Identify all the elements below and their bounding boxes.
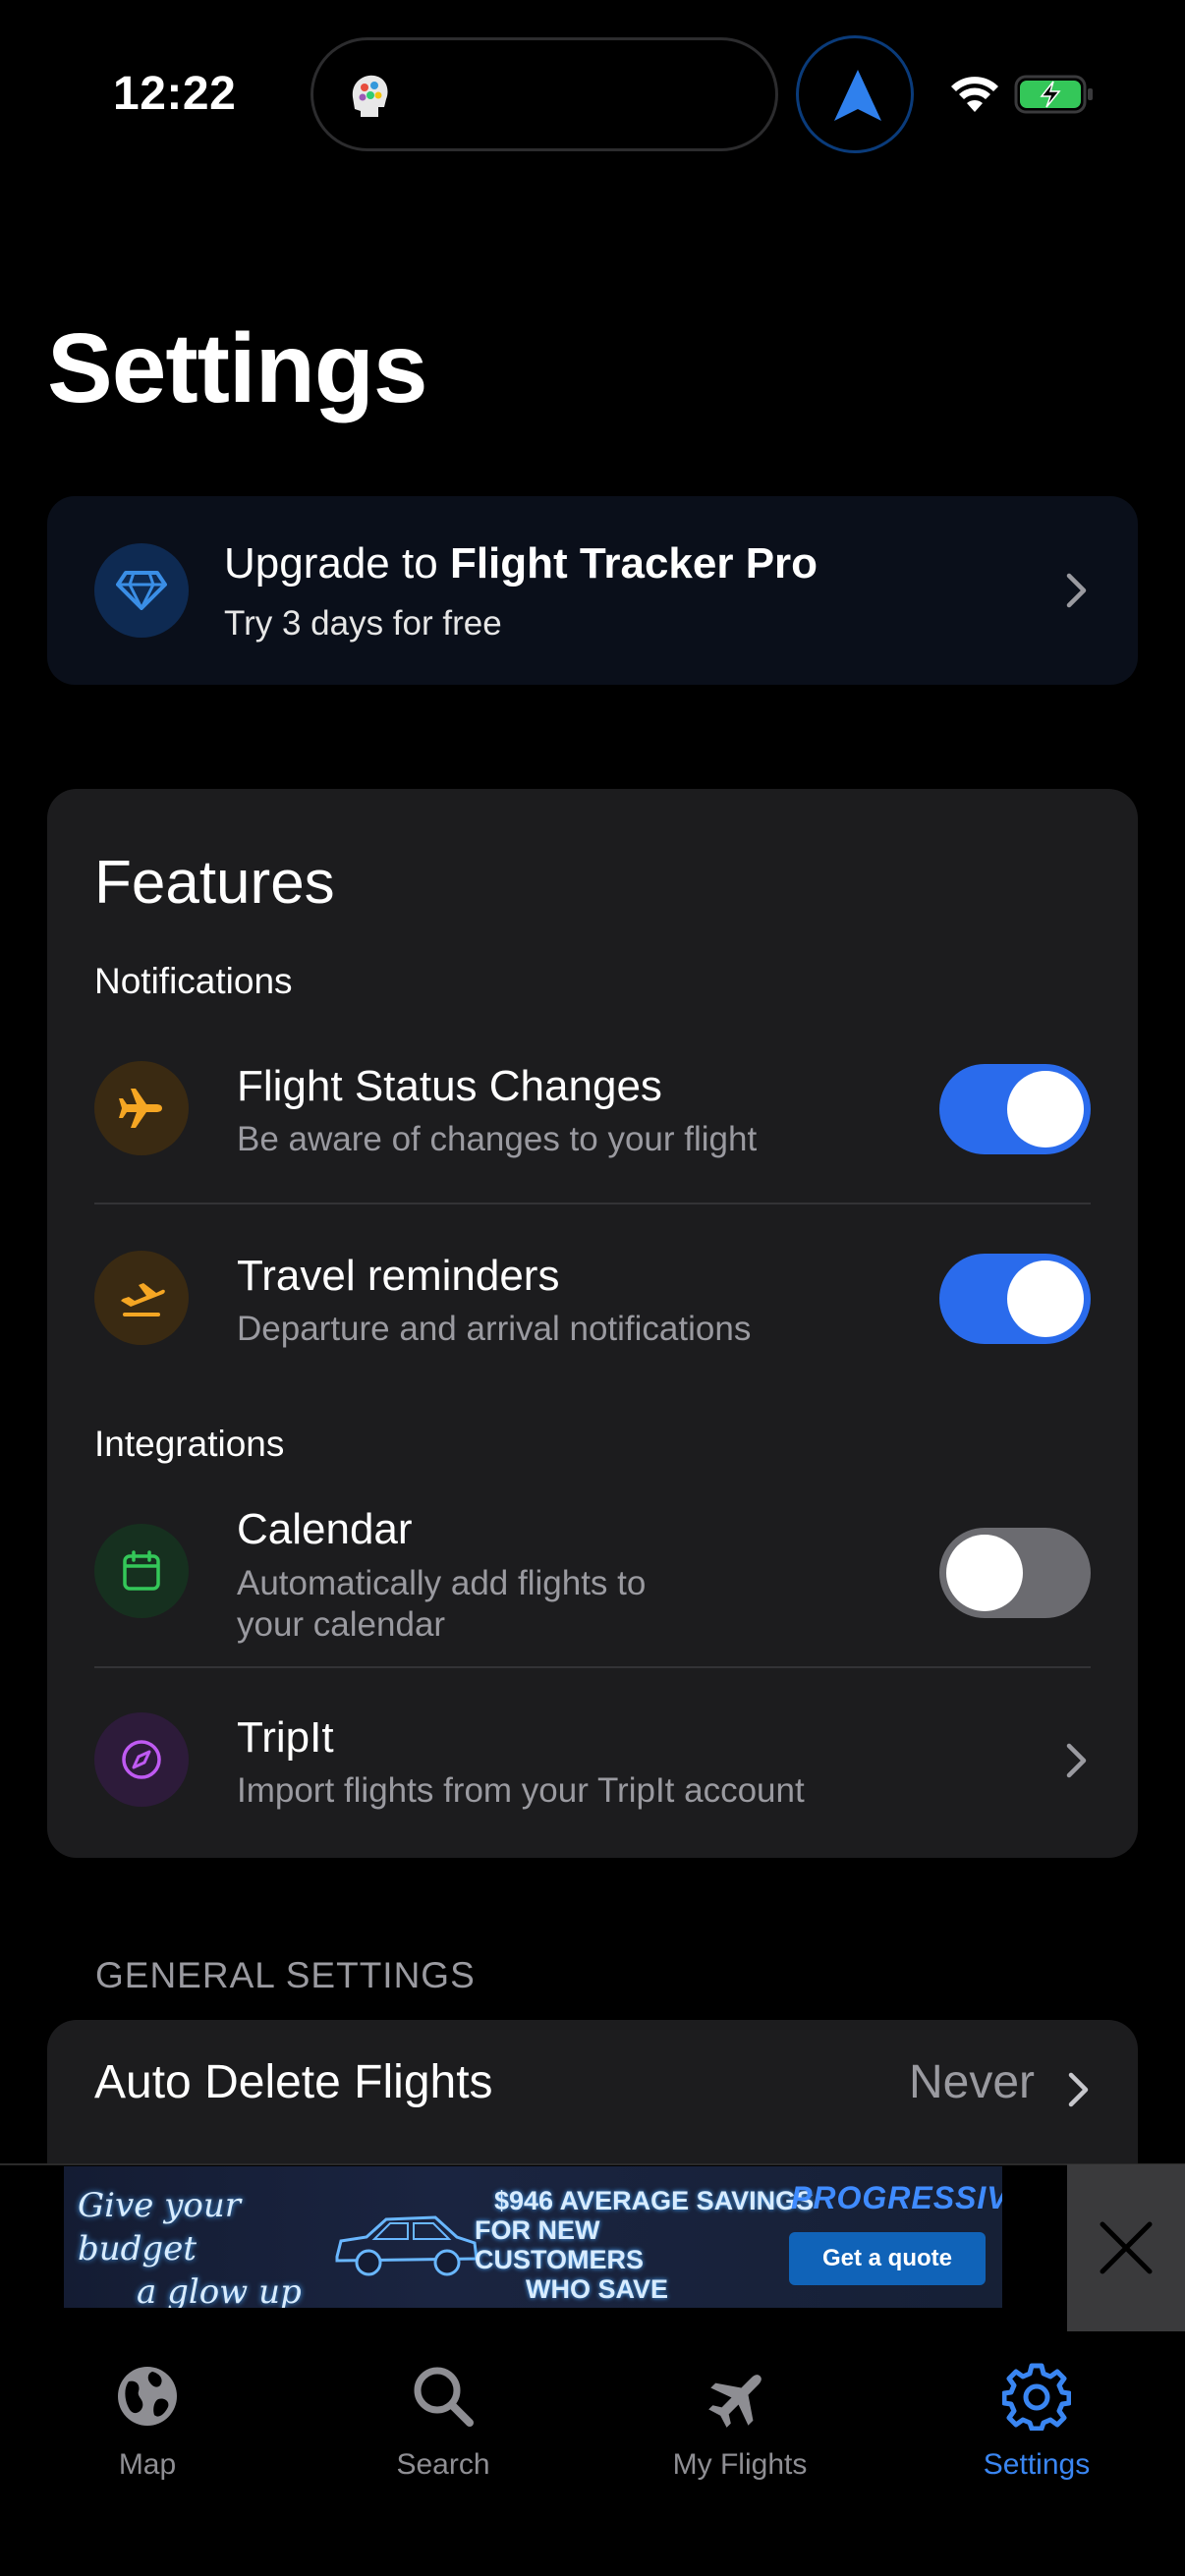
divider (94, 1203, 1091, 1204)
auto-delete-label: Auto Delete Flights (94, 2056, 493, 2108)
auto-delete-value: Never (908, 2056, 1035, 2108)
navigation-arrow-icon (834, 70, 881, 121)
upgrade-subtitle: Try 3 days for free (224, 604, 502, 643)
tab-settings[interactable]: Settings (919, 2352, 1155, 2482)
ad-close-button[interactable] (1067, 2164, 1185, 2331)
auto-delete-row[interactable]: Auto Delete Flights Never (47, 2020, 1138, 2167)
tab-my-flights-label: My Flights (672, 2448, 808, 2481)
airplane-icon (94, 1061, 189, 1155)
calendar-icon (94, 1524, 189, 1618)
close-icon (1100, 2221, 1153, 2274)
calendar-toggle[interactable] (939, 1528, 1091, 1618)
globe-icon (118, 2367, 177, 2426)
features-card: Features Notifications Flight Status Cha… (47, 789, 1138, 1858)
toggle-knob (1007, 1260, 1084, 1337)
departure-icon (94, 1251, 189, 1345)
ad-headline-line1: Give your budget (78, 2186, 241, 2268)
status-time: 12:22 (113, 68, 237, 120)
ad-cta-button[interactable]: Get a quote (789, 2232, 986, 2285)
location-pill[interactable] (796, 35, 914, 153)
tab-settings-label: Settings (983, 2448, 1091, 2481)
compass-icon (94, 1712, 189, 1807)
tab-search-label: Search (396, 2448, 490, 2481)
dynamic-island[interactable] (310, 37, 778, 151)
tripit-title: TripIt (237, 1713, 334, 1762)
upgrade-title: Upgrade to Flight Tracker Pro (224, 539, 818, 588)
airplane-icon (708, 2375, 762, 2428)
wifi-icon (951, 77, 998, 112)
travel-reminders-toggle[interactable] (939, 1254, 1091, 1344)
travel-reminders-subtitle: Departure and arrival notifications (237, 1310, 752, 1348)
flight-status-title: Flight Status Changes (237, 1062, 662, 1110)
chevron-right-icon (1068, 2072, 1089, 2107)
head-icon (352, 75, 388, 117)
tab-map[interactable]: Map (29, 2352, 265, 2482)
chevron-right-icon (1066, 1743, 1087, 1778)
calendar-subtitle-line1: Automatically add flights to (237, 1564, 647, 1602)
ad-headline-line2: a glow up (137, 2272, 302, 2308)
tab-search[interactable]: Search (325, 2352, 561, 2482)
search-icon (414, 2367, 474, 2427)
battery-charging-icon (1014, 75, 1093, 114)
travel-reminders-title: Travel reminders (237, 1252, 560, 1300)
toggle-knob (946, 1535, 1023, 1611)
ad-savings-line3: WHO SAVE (526, 2274, 669, 2304)
notifications-header: Notifications (94, 961, 293, 1001)
general-settings-header: GENERAL SETTINGS (95, 1955, 476, 1995)
integrations-header: Integrations (94, 1424, 285, 1464)
gear-icon (1002, 2363, 1071, 2431)
ad-banner[interactable]: Give your budget a glow up $946 AVERAGE … (64, 2166, 1002, 2308)
diamond-icon (94, 543, 189, 638)
upgrade-pro-banner[interactable]: Upgrade to Flight Tracker Pro Try 3 days… (47, 496, 1138, 685)
upgrade-product: Flight Tracker Pro (449, 539, 818, 588)
ad-savings-line2: FOR NEW CUSTOMERS (475, 2215, 645, 2274)
page-title: Settings (47, 313, 427, 423)
tripit-subtitle: Import flights from your TripIt account (237, 1771, 805, 1810)
ad-headline: Give your budget a glow up (78, 2184, 343, 2308)
calendar-subtitle-line2: your calendar (237, 1605, 446, 1644)
tab-map-label: Map (118, 2448, 177, 2481)
features-title: Features (94, 849, 335, 917)
divider (94, 1666, 1091, 1668)
calendar-title: Calendar (237, 1505, 413, 1553)
flight-status-toggle[interactable] (939, 1064, 1091, 1154)
upgrade-prefix: Upgrade to (224, 539, 450, 588)
flight-status-subtitle: Be aware of changes to your flight (237, 1120, 758, 1158)
ad-brand-logo: PROGRESSIVE (791, 2180, 1002, 2215)
chevron-right-icon (1066, 573, 1087, 608)
tab-bar: Map Search My Flights Settings (0, 2332, 1185, 2576)
toggle-knob (1007, 1071, 1084, 1148)
tab-my-flights[interactable]: My Flights (622, 2352, 858, 2482)
